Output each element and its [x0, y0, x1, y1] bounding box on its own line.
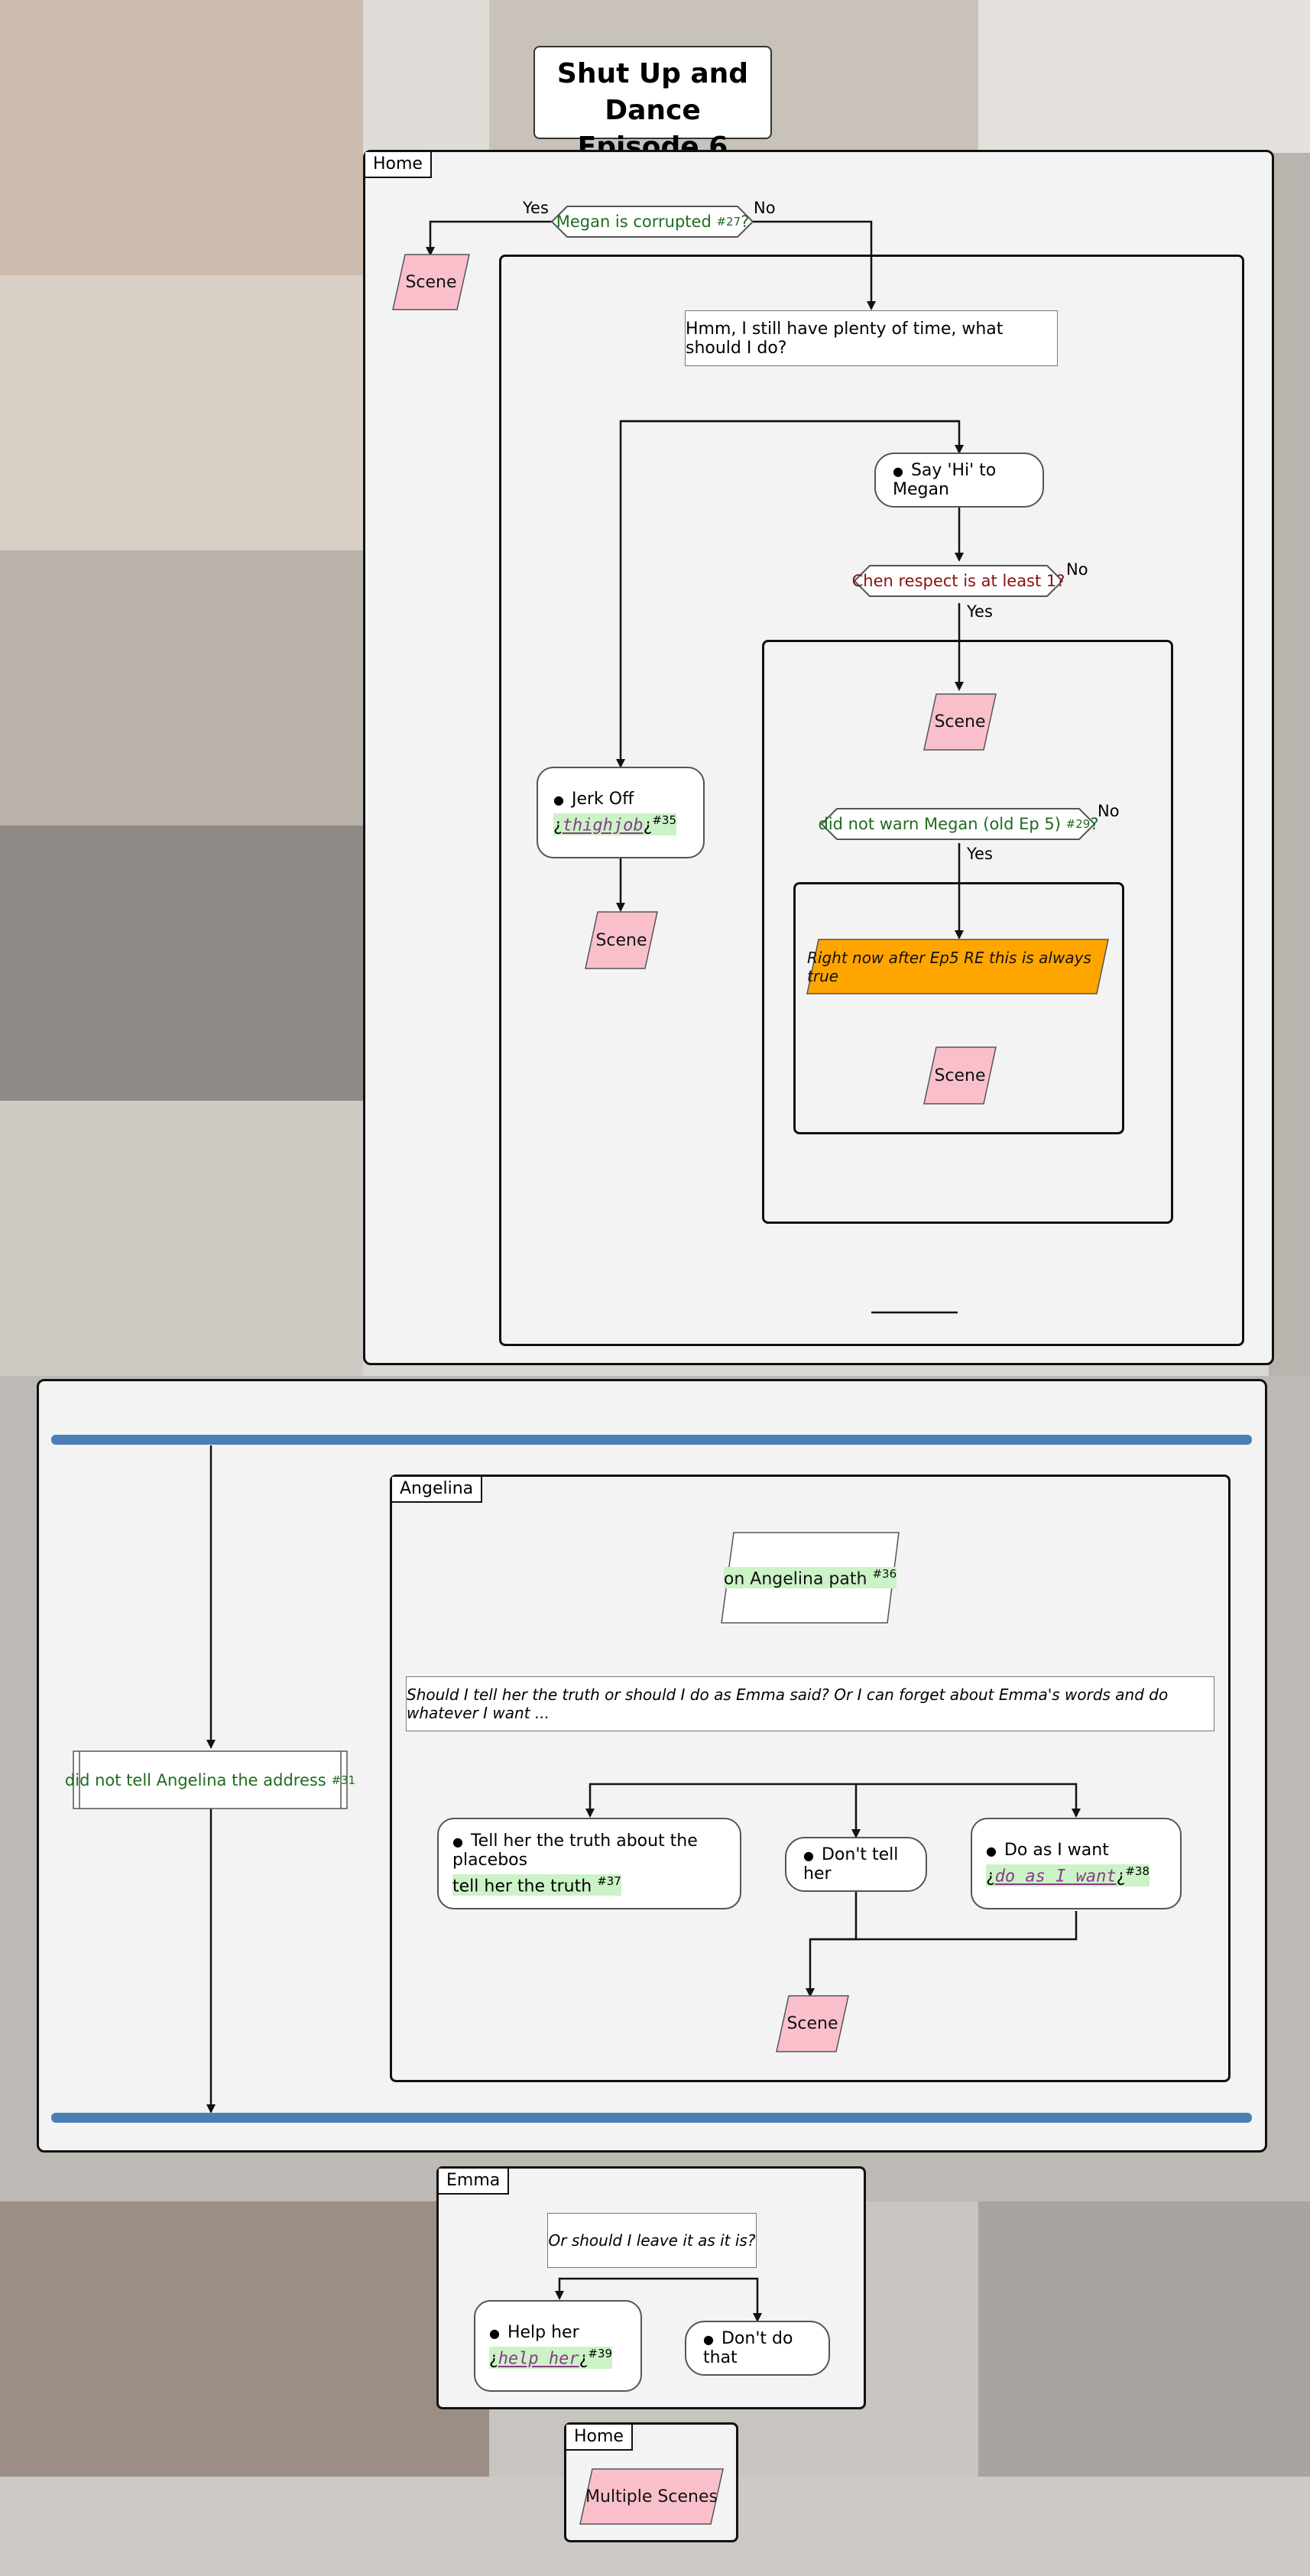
scene-node: Scene	[777, 1996, 848, 2052]
warn-megan-condition: did not warn Megan (old Ep 5) #29?	[819, 810, 1099, 838]
megan-yes-label: Yes	[523, 199, 549, 217]
megan-corrupted-suffix: ?	[741, 213, 750, 231]
chen-yes-label: Yes	[967, 602, 993, 621]
multiple-scenes-node: Multiple Scenes	[580, 2469, 723, 2524]
tell-truth-ref: #37	[597, 1874, 621, 1888]
do-as-i-want-code: do as I want	[994, 1867, 1117, 1887]
jerk-off-code: thighjob	[562, 816, 644, 835]
help-her-option[interactable]: Help her ¿help her¿#39	[474, 2300, 642, 2392]
dont-do-that-option[interactable]: Don't do that	[685, 2321, 830, 2376]
tell-truth-option[interactable]: Tell her the truth about the placebos te…	[437, 1818, 741, 1909]
dont-tell-label: Don't tell her	[803, 1845, 909, 1883]
warn-megan-ref: #29	[1065, 817, 1091, 831]
chen-respect-condition: Chen respect is at least 1?	[852, 567, 1065, 595]
tell-truth-label: Tell her the truth about the placebos	[452, 1831, 726, 1870]
question-text: Hmm, I still have plenty of time, what s…	[686, 319, 1004, 358]
angelina-path-condition: on Angelina path #36	[721, 1533, 899, 1623]
address-ref: #31	[331, 1773, 356, 1787]
jerk-off-ref: #35	[652, 813, 676, 828]
question-box: Hmm, I still have plenty of time, what s…	[685, 310, 1058, 366]
scene-node: Scene	[924, 1047, 996, 1104]
emma-question-text: Or should I leave it as it is?	[548, 2231, 756, 2250]
scene-label: Scene	[934, 712, 986, 732]
warn-yes-label: Yes	[967, 845, 993, 863]
jerk-off-tag: ¿thighjob¿#35	[553, 813, 676, 835]
orange-note-text: Right now after Ep5 RE this is always tr…	[807, 948, 1091, 985]
warn-megan-text: did not warn Megan (old Ep 5)	[818, 815, 1061, 833]
scene-node: Scene	[924, 694, 996, 750]
angelina-question-text: Should I tell her the truth or should I …	[407, 1685, 1169, 1722]
scene-label: Scene	[405, 272, 457, 292]
scene-label: Scene	[934, 1066, 986, 1085]
say-hi-label: Say 'Hi' to Megan	[893, 461, 1026, 499]
help-her-code: help her	[498, 2349, 579, 2369]
orange-note: Right now after Ep5 RE this is always tr…	[807, 939, 1108, 994]
scene-node: Scene	[393, 255, 469, 310]
do-as-i-want-option[interactable]: Do as I want ¿do as I want¿#38	[971, 1818, 1182, 1909]
do-as-i-want-label: Do as I want	[986, 1841, 1109, 1860]
chen-no-label: No	[1066, 560, 1088, 579]
help-her-tag: ¿help her¿#39	[489, 2347, 612, 2369]
tell-truth-tag: tell her the truth	[452, 1877, 592, 1896]
scene-node: Scene	[585, 912, 657, 968]
address-text: did not tell Angelina the address	[64, 1770, 326, 1789]
dont-tell-option[interactable]: Don't tell her	[785, 1837, 927, 1892]
angelina-path-tag: on Angelina path #36	[723, 1566, 897, 1589]
angelina-path-ref: #36	[872, 1566, 897, 1581]
flow-connectors	[51, 206, 1252, 2525]
megan-corrupted-condition: Megan is corrupted #27?	[556, 208, 750, 235]
scene-label: Scene	[786, 2014, 838, 2033]
jerk-off-option[interactable]: Jerk Off ¿thighjob¿#35	[537, 767, 705, 858]
angelina-path-text: on Angelina path	[723, 1569, 867, 1589]
megan-corrupted-ref: #27	[716, 215, 741, 229]
warn-no-label: No	[1098, 802, 1120, 820]
megan-corrupted-text: Megan is corrupted	[556, 213, 712, 231]
megan-no-label: No	[754, 199, 776, 217]
multiple-scenes-label: Multiple Scenes	[585, 2487, 718, 2506]
do-as-i-want-tag: ¿do as I want¿#38	[986, 1864, 1149, 1887]
dont-do-that-label: Don't do that	[703, 2329, 812, 2367]
say-hi-option[interactable]: Say 'Hi' to Megan	[874, 453, 1044, 508]
do-as-i-want-ref: #38	[1125, 1864, 1149, 1879]
chen-respect-text: Chen respect is at least 1?	[851, 572, 1065, 590]
angelina-question-box: Should I tell her the truth or should I …	[406, 1676, 1214, 1731]
help-her-label: Help her	[489, 2323, 579, 2342]
jerk-off-label: Jerk Off	[553, 790, 634, 809]
emma-question-box: Or should I leave it as it is?	[547, 2213, 757, 2268]
scene-label: Scene	[595, 930, 647, 950]
tell-truth-tag-wrap: tell her the truth #37	[452, 1874, 621, 1896]
address-condition: did not tell Angelina the address #31	[65, 1751, 355, 1809]
help-her-ref: #39	[588, 2347, 612, 2361]
